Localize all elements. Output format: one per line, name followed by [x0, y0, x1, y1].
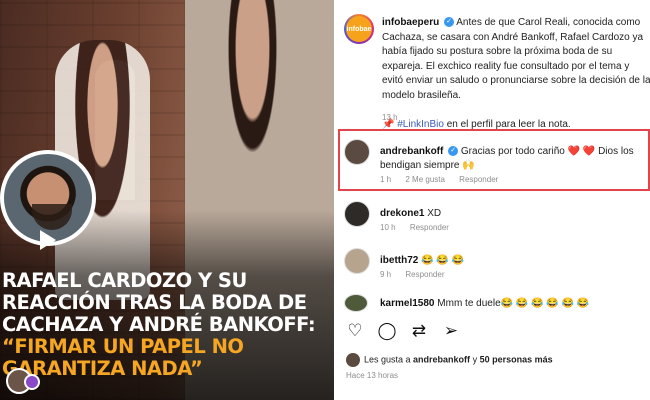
play-icon[interactable]	[40, 230, 56, 250]
comment-meta: 9 h Responder	[380, 270, 457, 279]
post-image: Rafael Cardozo y su reacción tras la bod…	[0, 0, 334, 400]
likes-middle: y	[470, 354, 480, 365]
comment-username[interactable]: karmel1580	[380, 298, 435, 309]
reply-button[interactable]: Responder	[459, 175, 498, 184]
reply-button[interactable]: Responder	[405, 270, 444, 279]
repost-icon[interactable]: ⇄	[410, 321, 428, 340]
headline-line-5: garantiza nada”	[2, 357, 203, 380]
comment-body: 😂 😂 😂	[421, 255, 465, 266]
verified-icon: ✓	[448, 146, 459, 157]
hashtag-link[interactable]: #LinkInBio	[397, 119, 444, 130]
comment-time: 10 h	[380, 223, 396, 232]
headline-line-4: “Firmar un papel no	[2, 335, 244, 358]
avatar[interactable]	[344, 139, 370, 165]
reply-button[interactable]: Responder	[410, 223, 449, 232]
comment-body: XD	[427, 208, 442, 219]
comment-text: drekone1 XD	[380, 207, 645, 221]
caption-body: infobaeperu ✓ Antes de que Carol Reali, …	[382, 16, 650, 132]
comment-body: Mmm te duele😂 😂 😂 😂 😂 😂	[437, 298, 590, 309]
infobae-avatar[interactable]: infobae	[344, 14, 374, 44]
comment-time: 9 h	[380, 270, 392, 279]
headline: Rafael Cardozo y su reacción tras la bod…	[2, 270, 332, 380]
share-icon[interactable]: ➢	[442, 321, 460, 340]
headline-line-2: reacción tras la boda de	[2, 291, 307, 314]
action-bar: ♡ ◯ ⇄ ➢	[346, 321, 460, 340]
infobae-logo-text: infobae	[346, 16, 372, 42]
comment-likes[interactable]: 2 Me gusta	[405, 175, 445, 184]
likes-prefix: Les gusta a	[364, 354, 414, 365]
posted-ago: Hace 13 horas	[346, 371, 399, 380]
collab-avatars[interactable]	[6, 366, 40, 396]
avatar[interactable]	[344, 294, 368, 312]
comment-text: andrebankoff ✓ Gracias por todo cariño ❤…	[380, 145, 645, 173]
likes-user[interactable]: andrebankoff	[413, 354, 470, 364]
comments-panel: infobae infobaeperu ✓ Antes de que Carol…	[334, 0, 650, 400]
comment-text: karmel1580 Mmm te duele😂 😂 😂 😂 😂 😂	[380, 297, 645, 311]
caption-text: Antes de que Carol Reali, conocida como …	[382, 17, 650, 101]
verified-icon: ✓	[444, 17, 455, 28]
comment-time: 1 h	[380, 175, 392, 184]
comment-username[interactable]: drekone1	[380, 208, 424, 219]
likes-count[interactable]: 50 personas más	[480, 354, 553, 364]
likes-summary: Les gusta a andrebankoff y 50 personas m…	[346, 353, 646, 367]
avatar[interactable]	[344, 248, 370, 274]
headline-line-1: Rafael Cardozo y su	[2, 269, 247, 292]
post-username[interactable]: infobaeperu	[382, 17, 439, 28]
headline-line-3: Cachaza y André Bankoff:	[2, 313, 316, 336]
comment-username[interactable]: andrebankoff	[380, 146, 443, 157]
avatar[interactable]	[344, 201, 370, 227]
link-text: en el perfil para leer la nota.	[443, 118, 571, 130]
comment-text: ibetth72 😂 😂 😂	[380, 254, 645, 268]
heart-icon[interactable]: ♡	[346, 321, 364, 340]
avatar[interactable]	[346, 353, 360, 367]
comment-username[interactable]: ibetth72	[380, 255, 418, 266]
comment-meta: 1 h 2 Me gusta Responder	[380, 175, 510, 184]
comment-meta: 10 h Responder	[380, 223, 461, 232]
post-time: 13 h	[382, 113, 398, 122]
comment-icon[interactable]: ◯	[377, 321, 396, 340]
